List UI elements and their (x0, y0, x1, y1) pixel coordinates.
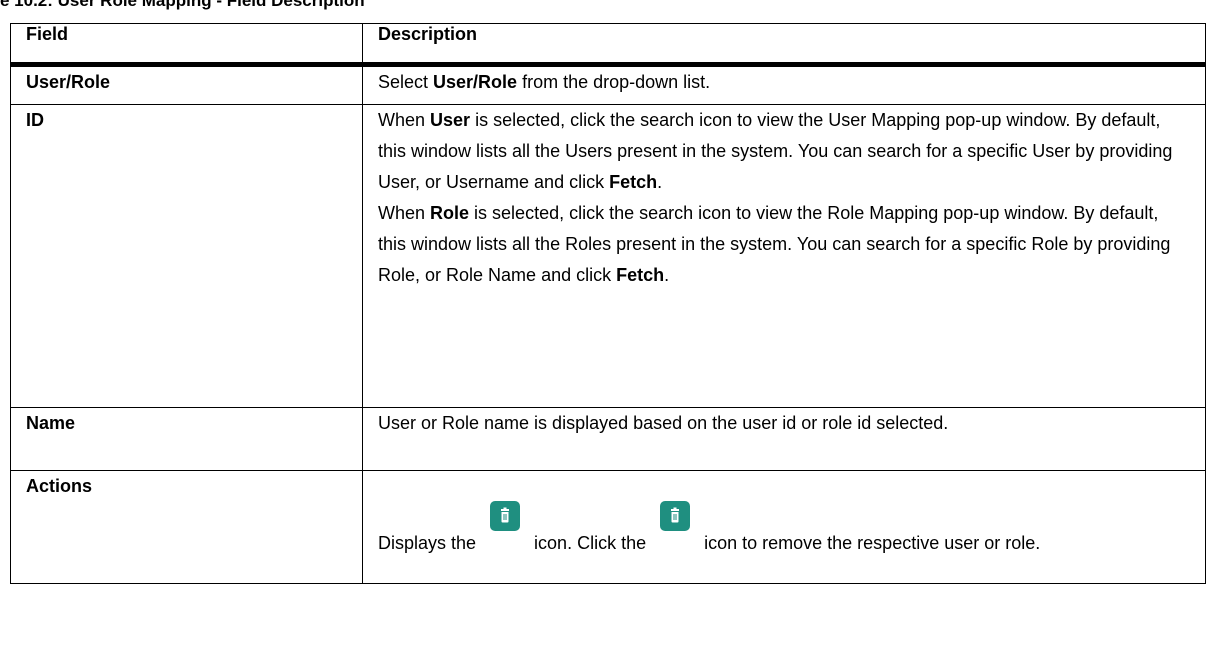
table-caption: e 10.2: User Role Mapping - Field Descri… (0, 0, 365, 10)
field-user-role: User/Role (10, 64, 363, 105)
field-description-table: Field Description User/Role Select User/… (10, 23, 1206, 584)
header-field: Field (10, 23, 363, 65)
table-row: Actions Displays the icon. Click the icon … (10, 470, 1206, 584)
trash-icon (660, 501, 691, 531)
desc-id-user-paragraph: When User is selected, click the search … (378, 110, 1173, 192)
table-header-row: Field Description (10, 23, 1206, 65)
field-id: ID (10, 104, 363, 408)
desc-actions: Displays the icon. Click the icon to remov… (362, 470, 1206, 584)
table-row: ID When User is selected, click the sear… (10, 104, 1206, 408)
table-row: Name User or Role name is displayed base… (10, 407, 1206, 471)
table-row: User/Role Select User/Role from the drop… (10, 64, 1206, 105)
desc-id-role-paragraph: When Role is selected, click the search … (378, 203, 1171, 285)
desc-id: When User is selected, click the search … (362, 104, 1206, 408)
header-description: Description (362, 23, 1206, 65)
trash-icon (490, 501, 521, 531)
desc-name: User or Role name is displayed based on … (362, 407, 1206, 471)
desc-user-role: Select User/Role from the drop-down list… (362, 64, 1206, 105)
field-actions: Actions (10, 470, 363, 584)
field-name: Name (10, 407, 363, 471)
